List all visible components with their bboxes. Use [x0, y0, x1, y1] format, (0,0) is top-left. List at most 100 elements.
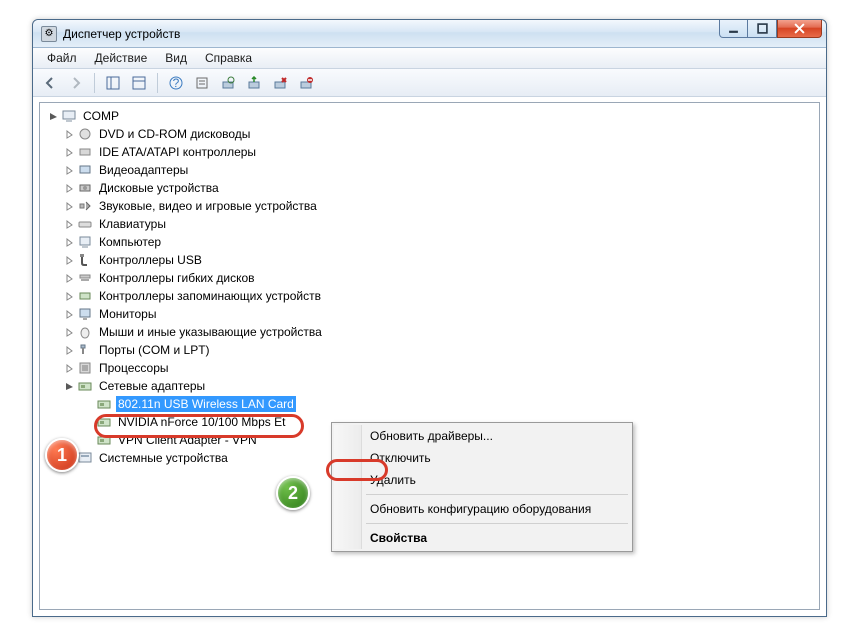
tree-item-label: Мониторы: [97, 306, 158, 322]
tree-category[interactable]: IDE ATA/ATAPI контроллеры: [44, 143, 819, 161]
tree-category[interactable]: Звуковые, видео и игровые устройства: [44, 197, 819, 215]
tree-item-label: Мыши и иные указывающие устройства: [97, 324, 324, 340]
uninstall-button[interactable]: [269, 72, 291, 94]
menu-help[interactable]: Справка: [197, 49, 260, 67]
device-category-icon: [77, 270, 93, 286]
tree-item-label: Контроллеры запоминающих устройств: [97, 288, 323, 304]
ctx-disable[interactable]: Отключить: [334, 447, 630, 469]
device-category-icon: [77, 216, 93, 232]
expand-icon[interactable]: [64, 381, 75, 392]
ctx-label: Отключить: [370, 451, 431, 465]
device-category-icon: [77, 126, 93, 142]
tree-category[interactable]: Дисковые устройства: [44, 179, 819, 197]
tree-item-label: Видеоадаптеры: [97, 162, 190, 178]
ctx-update-drivers[interactable]: Обновить драйверы...: [334, 425, 630, 447]
tree-category[interactable]: DVD и CD-ROM дисководы: [44, 125, 819, 143]
expand-icon[interactable]: [64, 273, 75, 284]
tree-item-label: IDE ATA/ATAPI контроллеры: [97, 144, 258, 160]
annotation-badge-2: 2: [276, 476, 310, 510]
tree-category[interactable]: Видеоадаптеры: [44, 161, 819, 179]
tree-item-label: Порты (COM и LPT): [97, 342, 212, 358]
window-buttons: [719, 20, 822, 38]
tree-category[interactable]: Контроллеры USB: [44, 251, 819, 269]
ctx-label: Удалить: [370, 473, 416, 487]
scan-hardware-button[interactable]: [217, 72, 239, 94]
tree-category[interactable]: Порты (COM и LPT): [44, 341, 819, 359]
device-category-icon: [77, 198, 93, 214]
menu-file[interactable]: Файл: [39, 49, 85, 67]
ctx-label: Свойства: [370, 531, 427, 545]
expand-icon[interactable]: [64, 237, 75, 248]
expand-icon[interactable]: [64, 183, 75, 194]
show-tree-button[interactable]: [102, 72, 124, 94]
expand-icon[interactable]: [64, 255, 75, 266]
tree-category[interactable]: Сетевые адаптеры: [44, 377, 819, 395]
expand-icon[interactable]: [64, 309, 75, 320]
expand-icon[interactable]: [48, 111, 59, 122]
tree-item-label: Системные устройства: [97, 450, 230, 466]
context-menu: Обновить драйверы... Отключить Удалить О…: [331, 422, 633, 552]
close-button[interactable]: [777, 20, 822, 38]
device-category-icon: [77, 306, 93, 322]
device-tree[interactable]: COMP DVD и CD-ROM дисководы IDE ATA/ATAPI…: [40, 103, 819, 471]
window-title: Диспетчер устройств: [63, 27, 180, 41]
device-category-icon: [77, 144, 93, 160]
network-card-icon: [96, 396, 112, 412]
menu-action[interactable]: Действие: [87, 49, 156, 67]
tree-category[interactable]: Мыши и иные указывающие устройства: [44, 323, 819, 341]
nav-back-button[interactable]: [39, 72, 61, 94]
ctx-separator: [366, 494, 628, 495]
expand-icon[interactable]: [64, 363, 75, 374]
device-manager-window: ⚙ Диспетчер устройств Файл Действие Вид …: [32, 19, 827, 617]
ctx-properties[interactable]: Свойства: [334, 527, 630, 549]
device-category-icon: [77, 234, 93, 250]
properties-button[interactable]: [191, 72, 213, 94]
device-category-icon: [77, 360, 93, 376]
tree-root-label: COMP: [81, 108, 121, 124]
network-card-icon: [96, 414, 112, 430]
disable-button[interactable]: [295, 72, 317, 94]
view-button[interactable]: [128, 72, 150, 94]
device-category-icon: [77, 180, 93, 196]
expand-icon[interactable]: [64, 165, 75, 176]
expand-icon[interactable]: [64, 345, 75, 356]
toolbar-separator: [94, 73, 95, 93]
tree-category[interactable]: Мониторы: [44, 305, 819, 323]
tree-category[interactable]: Клавиатуры: [44, 215, 819, 233]
tree-category[interactable]: Компьютер: [44, 233, 819, 251]
toolbar-separator: [157, 73, 158, 93]
tree-category[interactable]: Процессоры: [44, 359, 819, 377]
tree-root[interactable]: COMP: [44, 107, 819, 125]
expand-icon[interactable]: [64, 129, 75, 140]
tree-item-label: Дисковые устройства: [97, 180, 221, 196]
tree-item-label: Клавиатуры: [97, 216, 168, 232]
expand-icon[interactable]: [64, 219, 75, 230]
tree-item-label: Процессоры: [97, 360, 171, 376]
device-category-icon: [77, 288, 93, 304]
tree-item-label: Контроллеры гибких дисков: [97, 270, 257, 286]
update-driver-button[interactable]: [243, 72, 265, 94]
expand-icon[interactable]: [64, 147, 75, 158]
tree-item-network-adapter[interactable]: 802.11n USB Wireless LAN Card: [44, 395, 819, 413]
expand-icon[interactable]: [64, 327, 75, 338]
expand-icon[interactable]: [64, 291, 75, 302]
toolbar: ?: [33, 69, 826, 97]
minimize-button[interactable]: [719, 20, 748, 38]
ctx-rescan[interactable]: Обновить конфигурацию оборудования: [334, 498, 630, 520]
help-button[interactable]: ?: [165, 72, 187, 94]
ctx-separator: [366, 523, 628, 524]
device-category-icon: [77, 342, 93, 358]
device-category-icon: [77, 378, 93, 394]
tree-item-label: DVD и CD-ROM дисководы: [97, 126, 252, 142]
tree-category[interactable]: Контроллеры гибких дисков: [44, 269, 819, 287]
tree-item-label: Компьютер: [97, 234, 163, 250]
tree-category[interactable]: Контроллеры запоминающих устройств: [44, 287, 819, 305]
menu-view[interactable]: Вид: [157, 49, 195, 67]
ctx-label: Обновить конфигурацию оборудования: [370, 502, 591, 516]
computer-icon: [61, 108, 77, 124]
ctx-delete[interactable]: Удалить: [334, 469, 630, 491]
maximize-button[interactable]: [748, 20, 777, 38]
tree-item-label: 802.11n USB Wireless LAN Card: [116, 396, 296, 412]
nav-forward-button[interactable]: [65, 72, 87, 94]
expand-icon[interactable]: [64, 201, 75, 212]
